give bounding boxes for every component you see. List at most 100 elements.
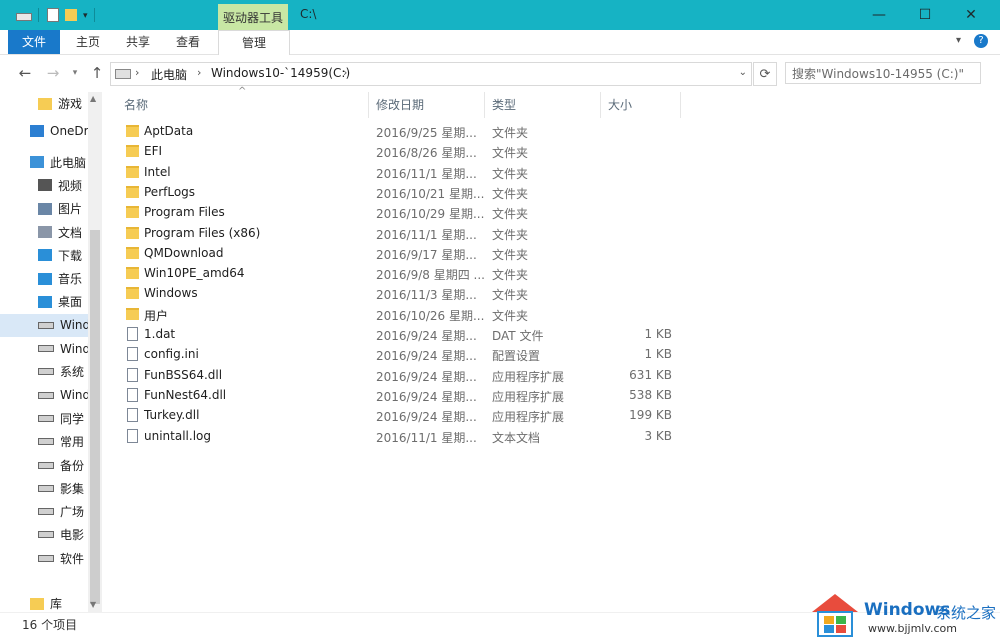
chevron-right-icon[interactable]: ›: [343, 66, 347, 79]
address-dropdown-icon[interactable]: ⌄: [739, 67, 747, 78]
file-icon: [127, 347, 138, 362]
nav-item-label: 音乐: [58, 272, 83, 287]
nav-scrollbar[interactable]: ▲ ▼: [88, 92, 102, 612]
nav-item-label: OneDr: [50, 123, 89, 138]
folder-icon: [126, 125, 139, 137]
scroll-down-icon[interactable]: ▼: [90, 600, 96, 609]
forward-button[interactable]: →: [44, 64, 62, 82]
file-row[interactable]: QMDownload 2016/9/17 星期... 文件夹: [122, 244, 782, 264]
picture-icon: [38, 202, 52, 215]
drive-tools-context-tab[interactable]: 驱动器工具: [218, 4, 288, 30]
nav-item[interactable]: 库: [0, 592, 102, 612]
new-folder-icon[interactable]: [65, 9, 77, 21]
nav-item[interactable]: Wind: [0, 313, 102, 337]
file-row[interactable]: Intel 2016/11/1 星期... 文件夹: [122, 163, 782, 183]
help-icon[interactable]: ?: [974, 34, 988, 48]
column-header-size[interactable]: 大小: [608, 94, 632, 116]
scroll-up-icon[interactable]: ▲: [90, 94, 96, 103]
minimize-button[interactable]: —: [856, 0, 902, 30]
chevron-right-icon: ›: [197, 66, 202, 79]
file-row[interactable]: FunBSS64.dll 2016/9/24 星期... 应用程序扩展 631 KB: [122, 366, 782, 386]
breadcrumb-this-pc[interactable]: 此电脑: [151, 66, 187, 83]
nav-item[interactable]: 桌面: [0, 290, 102, 313]
nav-item[interactable]: OneDr: [0, 119, 102, 142]
title-bar: ▾ 驱动器工具 C:\ — ☐ ✕: [0, 0, 1000, 30]
nav-item[interactable]: 文档: [0, 221, 102, 244]
close-button[interactable]: ✕: [948, 0, 994, 30]
file-date: 2016/9/25 星期...: [376, 126, 477, 140]
file-date: 2016/9/17 星期...: [376, 247, 477, 262]
column-header-name[interactable]: 名称: [124, 94, 148, 116]
file-row[interactable]: FunNest64.dll 2016/9/24 星期... 应用程序扩展 538 KB: [122, 386, 782, 406]
address-bar[interactable]: › 此电脑 › Windows10-`14959(C:) › ⌄: [110, 62, 752, 86]
nav-item[interactable]: Wind: [0, 384, 102, 407]
nav-item[interactable]: 系统: [0, 360, 102, 383]
nav-item[interactable]: 软件: [0, 547, 102, 570]
file-type: 应用程序扩展: [492, 369, 565, 384]
tab-view[interactable]: 查看: [166, 30, 210, 54]
expand-ribbon-icon[interactable]: ▾: [956, 35, 961, 46]
file-row[interactable]: AptData 2016/9/25 星期... 文件夹: [122, 122, 782, 142]
file-name: EFI: [144, 144, 163, 159]
folder-icon: [38, 97, 52, 110]
column-divider[interactable]: [368, 92, 369, 118]
file-row[interactable]: Program Files 2016/10/29 星期... 文件夹: [122, 203, 782, 223]
column-divider[interactable]: [680, 92, 681, 118]
properties-icon[interactable]: [47, 8, 59, 22]
column-divider[interactable]: [600, 92, 601, 118]
file-row[interactable]: EFI 2016/8/26 星期... 文件夹: [122, 142, 782, 162]
nav-item-label: Wind: [60, 318, 91, 333]
recent-locations-icon[interactable]: ▾: [66, 64, 84, 82]
nav-item[interactable]: 电影: [0, 523, 102, 546]
nav-item[interactable]: Wind: [0, 337, 102, 360]
nav-item[interactable]: 下载: [0, 244, 102, 267]
up-button[interactable]: ↑: [88, 64, 106, 82]
file-type: 配置设置: [492, 349, 541, 364]
nav-item[interactable]: 影集: [0, 477, 102, 500]
nav-item[interactable]: 此电脑: [0, 151, 102, 174]
file-row[interactable]: 用户 2016/10/26 星期... 文件夹: [122, 305, 782, 325]
nav-item[interactable]: 备份: [0, 454, 102, 477]
file-type: 应用程序扩展: [492, 389, 565, 404]
breadcrumb-drive[interactable]: Windows10-`14959(C:): [211, 66, 350, 80]
file-row[interactable]: PerfLogs 2016/10/21 星期... 文件夹: [122, 183, 782, 203]
refresh-button[interactable]: ⟳: [753, 62, 777, 86]
nav-item[interactable]: 同学: [0, 407, 102, 430]
nav-item[interactable]: 音乐: [0, 267, 102, 290]
back-button[interactable]: ←: [16, 64, 34, 82]
column-divider[interactable]: [484, 92, 485, 118]
tab-home[interactable]: 主页: [66, 30, 110, 54]
column-header-date[interactable]: 修改日期: [376, 94, 424, 116]
file-type: 文件夹: [492, 247, 529, 262]
file-name: Win10PE_amd64: [144, 266, 245, 281]
file-row[interactable]: unintall.log 2016/11/1 星期... 文本文档 3 KB: [122, 427, 782, 447]
scrollbar-thumb[interactable]: [90, 230, 100, 604]
column-header-type[interactable]: 类型: [492, 94, 516, 116]
drive-icon: [38, 484, 54, 492]
nav-item[interactable]: 常用: [0, 430, 102, 453]
file-type: 文件夹: [492, 146, 529, 161]
tab-share[interactable]: 共享: [116, 30, 160, 54]
customize-quick-access-icon[interactable]: ▾: [83, 11, 88, 21]
nav-item[interactable]: 图片: [0, 197, 102, 220]
nav-item[interactable]: 视频: [0, 174, 102, 197]
drive-icon[interactable]: [16, 13, 32, 21]
maximize-button[interactable]: ☐: [902, 0, 948, 30]
file-row[interactable]: Windows 2016/11/3 星期... 文件夹: [122, 284, 782, 304]
search-input[interactable]: 搜索"Windows10-14955 (C:)": [785, 62, 981, 84]
drive-icon: [38, 554, 54, 562]
file-row[interactable]: Program Files (x86) 2016/11/1 星期... 文件夹: [122, 224, 782, 244]
file-date: 2016/11/1 星期...: [376, 227, 477, 242]
item-count: 16 个项目: [22, 618, 78, 632]
nav-item[interactable]: 广场: [0, 500, 102, 523]
file-row[interactable]: Turkey.dll 2016/9/24 星期... 应用程序扩展 199 KB: [122, 406, 782, 426]
nav-item[interactable]: 游戏: [0, 92, 102, 115]
file-row[interactable]: 1.dat 2016/9/24 星期... DAT 文件 1 KB: [122, 325, 782, 345]
file-row[interactable]: config.ini 2016/9/24 星期... 配置设置 1 KB: [122, 345, 782, 365]
tab-file[interactable]: 文件: [8, 30, 60, 54]
file-type: 应用程序扩展: [492, 410, 565, 425]
tab-manage[interactable]: 管理: [218, 30, 290, 56]
file-date: 2016/9/8 星期四 ...: [376, 268, 485, 283]
file-row[interactable]: Win10PE_amd64 2016/9/8 星期四 ... 文件夹: [122, 264, 782, 284]
file-icon: [127, 428, 138, 443]
